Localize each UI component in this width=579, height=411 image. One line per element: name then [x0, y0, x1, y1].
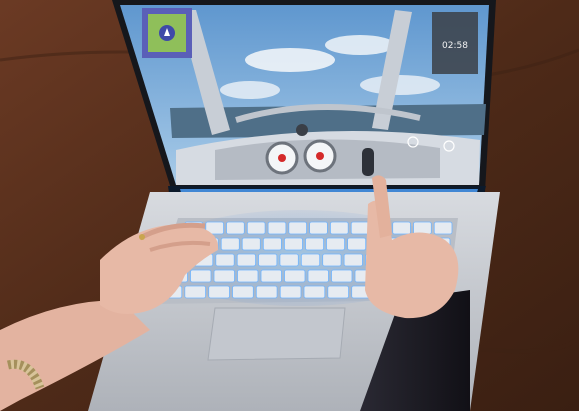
key[interactable]: [331, 269, 353, 283]
key[interactable]: [279, 285, 302, 299]
key[interactable]: [284, 269, 306, 283]
key[interactable]: [413, 221, 432, 235]
key[interactable]: [255, 285, 278, 299]
scene-svg: 02:58: [0, 0, 579, 411]
key[interactable]: [267, 221, 287, 235]
key[interactable]: [208, 285, 230, 299]
key[interactable]: [322, 253, 342, 267]
key[interactable]: [283, 237, 303, 251]
key[interactable]: [213, 269, 235, 283]
key[interactable]: [226, 221, 245, 235]
key[interactable]: [303, 285, 326, 299]
key[interactable]: [329, 221, 349, 235]
key[interactable]: [232, 285, 254, 299]
key[interactable]: [350, 221, 370, 235]
key[interactable]: [220, 237, 240, 251]
key[interactable]: [305, 237, 325, 251]
key[interactable]: [300, 253, 321, 267]
key[interactable]: [236, 253, 256, 267]
key[interactable]: [347, 237, 367, 251]
key[interactable]: [433, 221, 453, 235]
touchpad[interactable]: [207, 307, 346, 361]
key[interactable]: [262, 237, 282, 251]
key[interactable]: [307, 269, 329, 283]
minimap[interactable]: [142, 8, 192, 58]
key[interactable]: [288, 221, 307, 235]
key[interactable]: [258, 253, 278, 267]
key[interactable]: [392, 221, 411, 235]
ring: [139, 234, 145, 240]
hud-panel: 02:58: [432, 12, 478, 74]
key[interactable]: [309, 221, 328, 235]
key[interactable]: [246, 221, 266, 235]
key[interactable]: [327, 285, 349, 299]
key[interactable]: [184, 285, 207, 299]
key[interactable]: [260, 269, 282, 283]
key[interactable]: [215, 253, 235, 267]
game-screen[interactable]: 02:58: [120, 5, 489, 185]
key[interactable]: [237, 269, 259, 283]
key[interactable]: [279, 253, 299, 267]
hud-value: 02:58: [442, 41, 468, 51]
key[interactable]: [326, 237, 346, 251]
small-dial: [296, 124, 308, 136]
speed-gauge: [265, 141, 299, 175]
joystick: [362, 148, 374, 176]
key[interactable]: [343, 253, 363, 267]
altitude-gauge: [303, 139, 337, 173]
photo-scene: 02:58: [0, 0, 579, 411]
key[interactable]: [190, 269, 212, 283]
key[interactable]: [241, 237, 261, 251]
